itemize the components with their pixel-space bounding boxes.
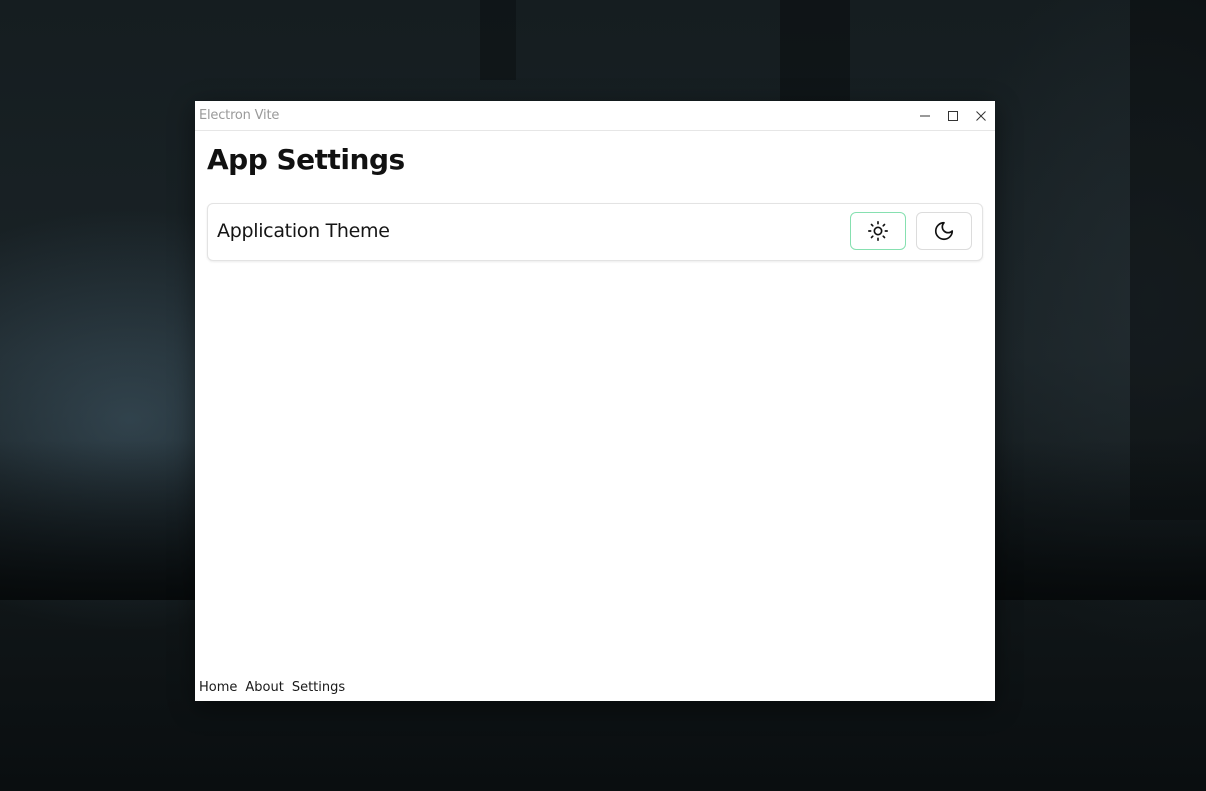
maximize-icon — [948, 110, 958, 121]
sun-icon — [868, 221, 888, 241]
theme-setting-card: Application Theme — [207, 203, 983, 261]
window-titlebar[interactable]: Electron Vite — [195, 101, 995, 131]
desktop-background: Electron Vite App Settings Application T… — [0, 0, 1206, 791]
light-theme-button[interactable] — [850, 212, 906, 250]
window-title: Electron Vite — [199, 108, 280, 123]
settings-page: App Settings Application Theme — [195, 131, 995, 671]
background-tree — [480, 0, 516, 80]
dark-theme-button[interactable] — [916, 212, 972, 250]
page-title: App Settings — [207, 143, 405, 176]
close-button[interactable] — [967, 101, 995, 130]
moon-icon — [934, 221, 954, 241]
maximize-button[interactable] — [939, 101, 967, 130]
app-window: Electron Vite App Settings Application T… — [195, 101, 995, 701]
window-controls — [911, 101, 995, 130]
nav-link-home[interactable]: Home — [199, 680, 237, 695]
minimize-icon — [920, 115, 930, 116]
nav-link-settings[interactable]: Settings — [292, 680, 345, 695]
nav-link-about[interactable]: About — [245, 680, 283, 695]
close-icon — [976, 110, 986, 121]
footer-nav: Home About Settings — [199, 680, 345, 695]
theme-setting-label: Application Theme — [217, 220, 390, 242]
minimize-button[interactable] — [911, 101, 939, 130]
